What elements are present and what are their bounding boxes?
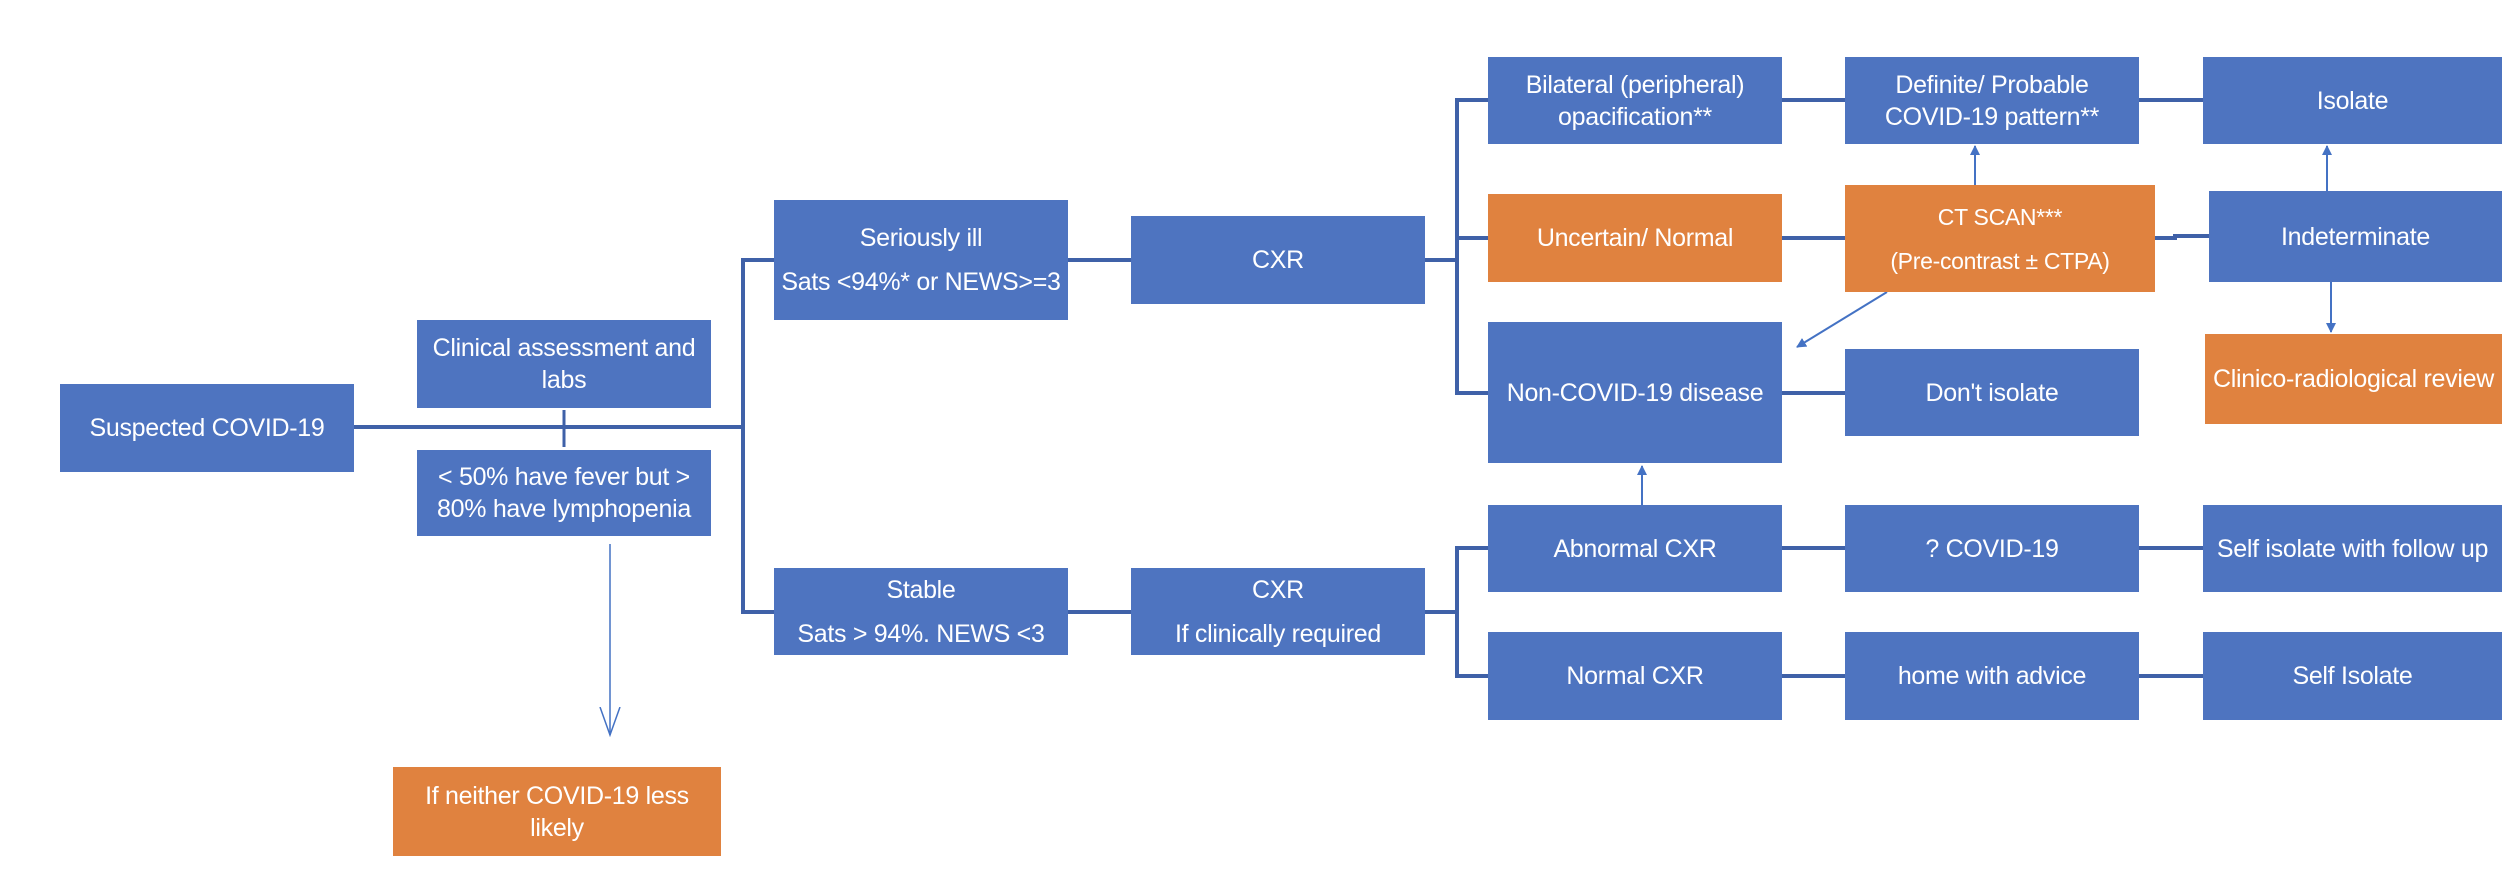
node-dont-isolate-label: Don't isolate xyxy=(1925,378,2059,407)
node-uncertain-normal: Uncertain/ Normal xyxy=(1488,194,1782,282)
node-suspected-covid: Suspected COVID-19 xyxy=(60,384,354,472)
node-covid-less-likely: If neither COVID-19 less likely xyxy=(393,767,721,856)
node-indeterminate: Indeterminate xyxy=(2209,191,2502,282)
node-non-covid-disease: Non-COVID-19 disease xyxy=(1488,322,1782,463)
connector-ct-indeterminate xyxy=(2155,234,2209,240)
node-ct-scan: CT SCAN*** (Pre-contrast ± CTPA) xyxy=(1845,185,2155,292)
node-stable-criteria: Sats > 94%. NEWS <3 xyxy=(797,619,1045,648)
node-self-isolate-follow-up-label: Self isolate with follow up xyxy=(2216,534,2489,563)
node-indeterminate-label: Indeterminate xyxy=(2281,222,2430,251)
node-definite-probable-label: Definite/ Probable COVID-19 pattern** xyxy=(1884,70,2100,131)
node-bilateral-opacification: Bilateral (peripheral) opacification** xyxy=(1488,57,1782,144)
node-seriously-ill-criteria: Sats <94%* or NEWS>=3 xyxy=(781,268,1061,296)
arrow-ct-to-noncovid xyxy=(1796,291,1888,348)
node-cxr-stable-title: CXR xyxy=(1252,575,1304,604)
node-cxr-stable: CXR If clinically required xyxy=(1131,568,1425,655)
node-non-covid-disease-label: Non-COVID-19 disease xyxy=(1506,378,1764,407)
node-definite-probable: Definite/ Probable COVID-19 pattern** xyxy=(1845,57,2139,144)
node-clinico-radiological-review: Clinico-radiological review xyxy=(2205,334,2502,424)
node-query-covid: ? COVID-19 xyxy=(1845,505,2139,592)
node-bilateral-opacification-label: Bilateral (peripheral) opacification** xyxy=(1525,70,1745,131)
node-uncertain-normal-label: Uncertain/ Normal xyxy=(1536,224,1734,252)
node-cxr-stable-note: If clinically required xyxy=(1175,619,1381,648)
node-self-isolate-label: Self Isolate xyxy=(2292,662,2413,690)
node-suspected-covid-label: Suspected COVID-19 xyxy=(89,414,325,442)
node-abnormal-cxr-label: Abnormal CXR xyxy=(1553,534,1717,563)
node-self-isolate: Self Isolate xyxy=(2203,632,2502,720)
node-lymphopenia-note: < 50% have fever but > 80% have lymphope… xyxy=(417,450,711,536)
node-covid-less-likely-label: If neither COVID-19 less likely xyxy=(425,781,689,842)
node-ct-scan-title: CT SCAN*** xyxy=(1937,203,2063,230)
node-stable-title: Stable xyxy=(886,575,956,604)
node-cxr-seriously-ill-label: CXR xyxy=(1252,246,1304,274)
node-abnormal-cxr: Abnormal CXR xyxy=(1488,505,1782,592)
node-dont-isolate: Don't isolate xyxy=(1845,349,2139,436)
node-seriously-ill-title: Seriously ill xyxy=(859,224,983,252)
node-normal-cxr: Normal CXR xyxy=(1488,632,1782,720)
node-cxr-seriously-ill: CXR xyxy=(1131,216,1425,304)
node-clinical-assessment: Clinical assessment and labs xyxy=(417,320,711,408)
node-isolate: Isolate xyxy=(2203,57,2502,144)
node-clinico-radiological-review-label: Clinico-radiological review xyxy=(2213,365,2494,393)
node-clinical-assessment-label: Clinical assessment and labs xyxy=(432,334,696,394)
node-seriously-ill: Seriously ill Sats <94%* or NEWS>=3 xyxy=(774,200,1068,320)
node-normal-cxr-label: Normal CXR xyxy=(1566,662,1704,690)
node-self-isolate-follow-up: Self isolate with follow up xyxy=(2203,505,2502,592)
node-ct-scan-note: (Pre-contrast ± CTPA) xyxy=(1890,247,2110,274)
node-stable: Stable Sats > 94%. NEWS <3 xyxy=(774,568,1068,655)
node-query-covid-label: ? COVID-19 xyxy=(1925,534,2059,563)
node-home-with-advice: home with advice xyxy=(1845,632,2139,720)
node-lymphopenia-note-label: < 50% have fever but > 80% have lymphope… xyxy=(437,463,691,523)
connector-branch-cxr-stable xyxy=(1455,546,1488,678)
node-isolate-label: Isolate xyxy=(2316,86,2389,115)
connector-branch-cxr-ill xyxy=(1455,98,1488,395)
connector-branch-severity xyxy=(741,258,774,614)
node-home-with-advice-label: home with advice xyxy=(1897,662,2087,690)
